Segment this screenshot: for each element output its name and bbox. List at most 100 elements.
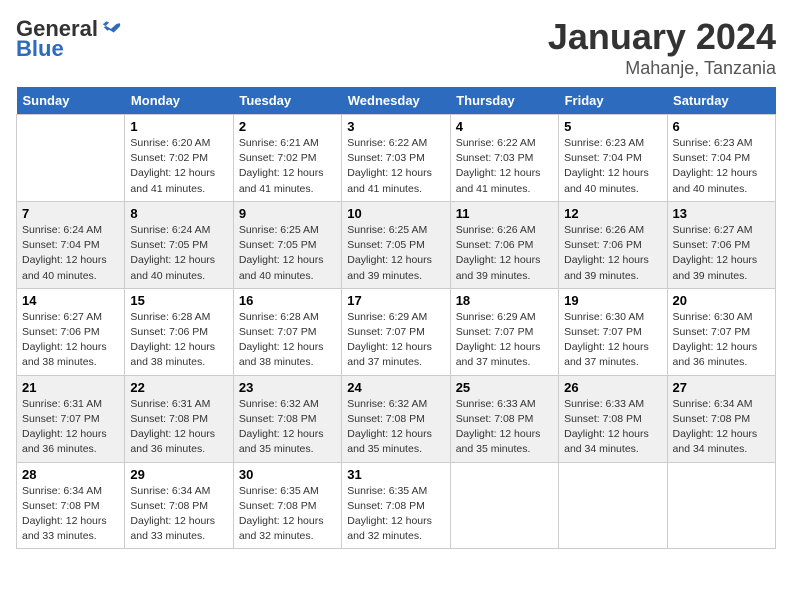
table-row: 14 Sunrise: 6:27 AMSunset: 7:06 PMDaylig… bbox=[17, 288, 125, 375]
day-number: 17 bbox=[347, 293, 444, 308]
table-row: 7 Sunrise: 6:24 AMSunset: 7:04 PMDayligh… bbox=[17, 201, 125, 288]
day-number: 29 bbox=[130, 467, 227, 482]
logo-bird-icon bbox=[100, 16, 122, 38]
col-sunday: Sunday bbox=[17, 87, 125, 115]
page-header: General Blue January 2024 Mahanje, Tanza… bbox=[16, 16, 776, 79]
day-info: Sunrise: 6:25 AMSunset: 7:05 PMDaylight:… bbox=[239, 224, 324, 282]
day-info: Sunrise: 6:33 AMSunset: 7:08 PMDaylight:… bbox=[564, 398, 649, 456]
table-row: 18 Sunrise: 6:29 AMSunset: 7:07 PMDaylig… bbox=[450, 288, 558, 375]
day-number: 9 bbox=[239, 206, 336, 221]
day-number: 20 bbox=[673, 293, 770, 308]
table-row bbox=[559, 462, 667, 549]
col-thursday: Thursday bbox=[450, 87, 558, 115]
table-row: 3 Sunrise: 6:22 AMSunset: 7:03 PMDayligh… bbox=[342, 115, 450, 202]
table-row: 6 Sunrise: 6:23 AMSunset: 7:04 PMDayligh… bbox=[667, 115, 775, 202]
day-number: 7 bbox=[22, 206, 119, 221]
day-info: Sunrise: 6:25 AMSunset: 7:05 PMDaylight:… bbox=[347, 224, 432, 282]
table-row: 10 Sunrise: 6:25 AMSunset: 7:05 PMDaylig… bbox=[342, 201, 450, 288]
day-number: 3 bbox=[347, 119, 444, 134]
calendar-table: Sunday Monday Tuesday Wednesday Thursday… bbox=[16, 87, 776, 549]
table-row: 26 Sunrise: 6:33 AMSunset: 7:08 PMDaylig… bbox=[559, 375, 667, 462]
table-row: 28 Sunrise: 6:34 AMSunset: 7:08 PMDaylig… bbox=[17, 462, 125, 549]
table-row: 25 Sunrise: 6:33 AMSunset: 7:08 PMDaylig… bbox=[450, 375, 558, 462]
day-number: 16 bbox=[239, 293, 336, 308]
day-info: Sunrise: 6:22 AMSunset: 7:03 PMDaylight:… bbox=[456, 137, 541, 195]
day-info: Sunrise: 6:32 AMSunset: 7:08 PMDaylight:… bbox=[239, 398, 324, 456]
table-row: 22 Sunrise: 6:31 AMSunset: 7:08 PMDaylig… bbox=[125, 375, 233, 462]
day-info: Sunrise: 6:28 AMSunset: 7:07 PMDaylight:… bbox=[239, 311, 324, 369]
day-info: Sunrise: 6:35 AMSunset: 7:08 PMDaylight:… bbox=[239, 485, 324, 543]
col-monday: Monday bbox=[125, 87, 233, 115]
day-number: 24 bbox=[347, 380, 444, 395]
table-row: 19 Sunrise: 6:30 AMSunset: 7:07 PMDaylig… bbox=[559, 288, 667, 375]
day-info: Sunrise: 6:23 AMSunset: 7:04 PMDaylight:… bbox=[564, 137, 649, 195]
day-info: Sunrise: 6:27 AMSunset: 7:06 PMDaylight:… bbox=[673, 224, 758, 282]
day-number: 31 bbox=[347, 467, 444, 482]
day-info: Sunrise: 6:35 AMSunset: 7:08 PMDaylight:… bbox=[347, 485, 432, 543]
logo: General Blue bbox=[16, 16, 122, 62]
day-info: Sunrise: 6:30 AMSunset: 7:07 PMDaylight:… bbox=[673, 311, 758, 369]
day-info: Sunrise: 6:29 AMSunset: 7:07 PMDaylight:… bbox=[347, 311, 432, 369]
day-info: Sunrise: 6:31 AMSunset: 7:07 PMDaylight:… bbox=[22, 398, 107, 456]
table-row: 20 Sunrise: 6:30 AMSunset: 7:07 PMDaylig… bbox=[667, 288, 775, 375]
calendar-header-row: Sunday Monday Tuesday Wednesday Thursday… bbox=[17, 87, 776, 115]
table-row: 1 Sunrise: 6:20 AMSunset: 7:02 PMDayligh… bbox=[125, 115, 233, 202]
table-row bbox=[667, 462, 775, 549]
table-row: 31 Sunrise: 6:35 AMSunset: 7:08 PMDaylig… bbox=[342, 462, 450, 549]
table-row: 21 Sunrise: 6:31 AMSunset: 7:07 PMDaylig… bbox=[17, 375, 125, 462]
day-number: 13 bbox=[673, 206, 770, 221]
day-info: Sunrise: 6:28 AMSunset: 7:06 PMDaylight:… bbox=[130, 311, 215, 369]
day-number: 11 bbox=[456, 206, 553, 221]
table-row: 15 Sunrise: 6:28 AMSunset: 7:06 PMDaylig… bbox=[125, 288, 233, 375]
day-info: Sunrise: 6:24 AMSunset: 7:04 PMDaylight:… bbox=[22, 224, 107, 282]
day-info: Sunrise: 6:22 AMSunset: 7:03 PMDaylight:… bbox=[347, 137, 432, 195]
day-number: 18 bbox=[456, 293, 553, 308]
day-number: 6 bbox=[673, 119, 770, 134]
day-number: 5 bbox=[564, 119, 661, 134]
day-number: 30 bbox=[239, 467, 336, 482]
day-info: Sunrise: 6:27 AMSunset: 7:06 PMDaylight:… bbox=[22, 311, 107, 369]
day-info: Sunrise: 6:21 AMSunset: 7:02 PMDaylight:… bbox=[239, 137, 324, 195]
day-info: Sunrise: 6:24 AMSunset: 7:05 PMDaylight:… bbox=[130, 224, 215, 282]
table-row: 29 Sunrise: 6:34 AMSunset: 7:08 PMDaylig… bbox=[125, 462, 233, 549]
day-info: Sunrise: 6:26 AMSunset: 7:06 PMDaylight:… bbox=[564, 224, 649, 282]
day-number: 27 bbox=[673, 380, 770, 395]
col-saturday: Saturday bbox=[667, 87, 775, 115]
day-info: Sunrise: 6:26 AMSunset: 7:06 PMDaylight:… bbox=[456, 224, 541, 282]
day-info: Sunrise: 6:29 AMSunset: 7:07 PMDaylight:… bbox=[456, 311, 541, 369]
day-info: Sunrise: 6:20 AMSunset: 7:02 PMDaylight:… bbox=[130, 137, 215, 195]
day-number: 14 bbox=[22, 293, 119, 308]
day-number: 21 bbox=[22, 380, 119, 395]
day-number: 10 bbox=[347, 206, 444, 221]
table-row: 16 Sunrise: 6:28 AMSunset: 7:07 PMDaylig… bbox=[233, 288, 341, 375]
day-number: 23 bbox=[239, 380, 336, 395]
day-number: 8 bbox=[130, 206, 227, 221]
table-row: 13 Sunrise: 6:27 AMSunset: 7:06 PMDaylig… bbox=[667, 201, 775, 288]
col-friday: Friday bbox=[559, 87, 667, 115]
table-row: 27 Sunrise: 6:34 AMSunset: 7:08 PMDaylig… bbox=[667, 375, 775, 462]
title-area: January 2024 Mahanje, Tanzania bbox=[548, 16, 776, 79]
day-number: 2 bbox=[239, 119, 336, 134]
day-info: Sunrise: 6:33 AMSunset: 7:08 PMDaylight:… bbox=[456, 398, 541, 456]
day-info: Sunrise: 6:34 AMSunset: 7:08 PMDaylight:… bbox=[130, 485, 215, 543]
logo-blue-text: Blue bbox=[16, 36, 64, 62]
table-row: 11 Sunrise: 6:26 AMSunset: 7:06 PMDaylig… bbox=[450, 201, 558, 288]
table-row: 9 Sunrise: 6:25 AMSunset: 7:05 PMDayligh… bbox=[233, 201, 341, 288]
day-info: Sunrise: 6:31 AMSunset: 7:08 PMDaylight:… bbox=[130, 398, 215, 456]
table-row: 17 Sunrise: 6:29 AMSunset: 7:07 PMDaylig… bbox=[342, 288, 450, 375]
table-row: 8 Sunrise: 6:24 AMSunset: 7:05 PMDayligh… bbox=[125, 201, 233, 288]
table-row: 12 Sunrise: 6:26 AMSunset: 7:06 PMDaylig… bbox=[559, 201, 667, 288]
location-subtitle: Mahanje, Tanzania bbox=[548, 58, 776, 79]
month-year-title: January 2024 bbox=[548, 16, 776, 58]
day-info: Sunrise: 6:30 AMSunset: 7:07 PMDaylight:… bbox=[564, 311, 649, 369]
table-row: 2 Sunrise: 6:21 AMSunset: 7:02 PMDayligh… bbox=[233, 115, 341, 202]
day-info: Sunrise: 6:34 AMSunset: 7:08 PMDaylight:… bbox=[22, 485, 107, 543]
col-tuesday: Tuesday bbox=[233, 87, 341, 115]
day-info: Sunrise: 6:23 AMSunset: 7:04 PMDaylight:… bbox=[673, 137, 758, 195]
day-number: 15 bbox=[130, 293, 227, 308]
day-number: 1 bbox=[130, 119, 227, 134]
table-row bbox=[17, 115, 125, 202]
day-number: 19 bbox=[564, 293, 661, 308]
table-row: 23 Sunrise: 6:32 AMSunset: 7:08 PMDaylig… bbox=[233, 375, 341, 462]
table-row: 24 Sunrise: 6:32 AMSunset: 7:08 PMDaylig… bbox=[342, 375, 450, 462]
